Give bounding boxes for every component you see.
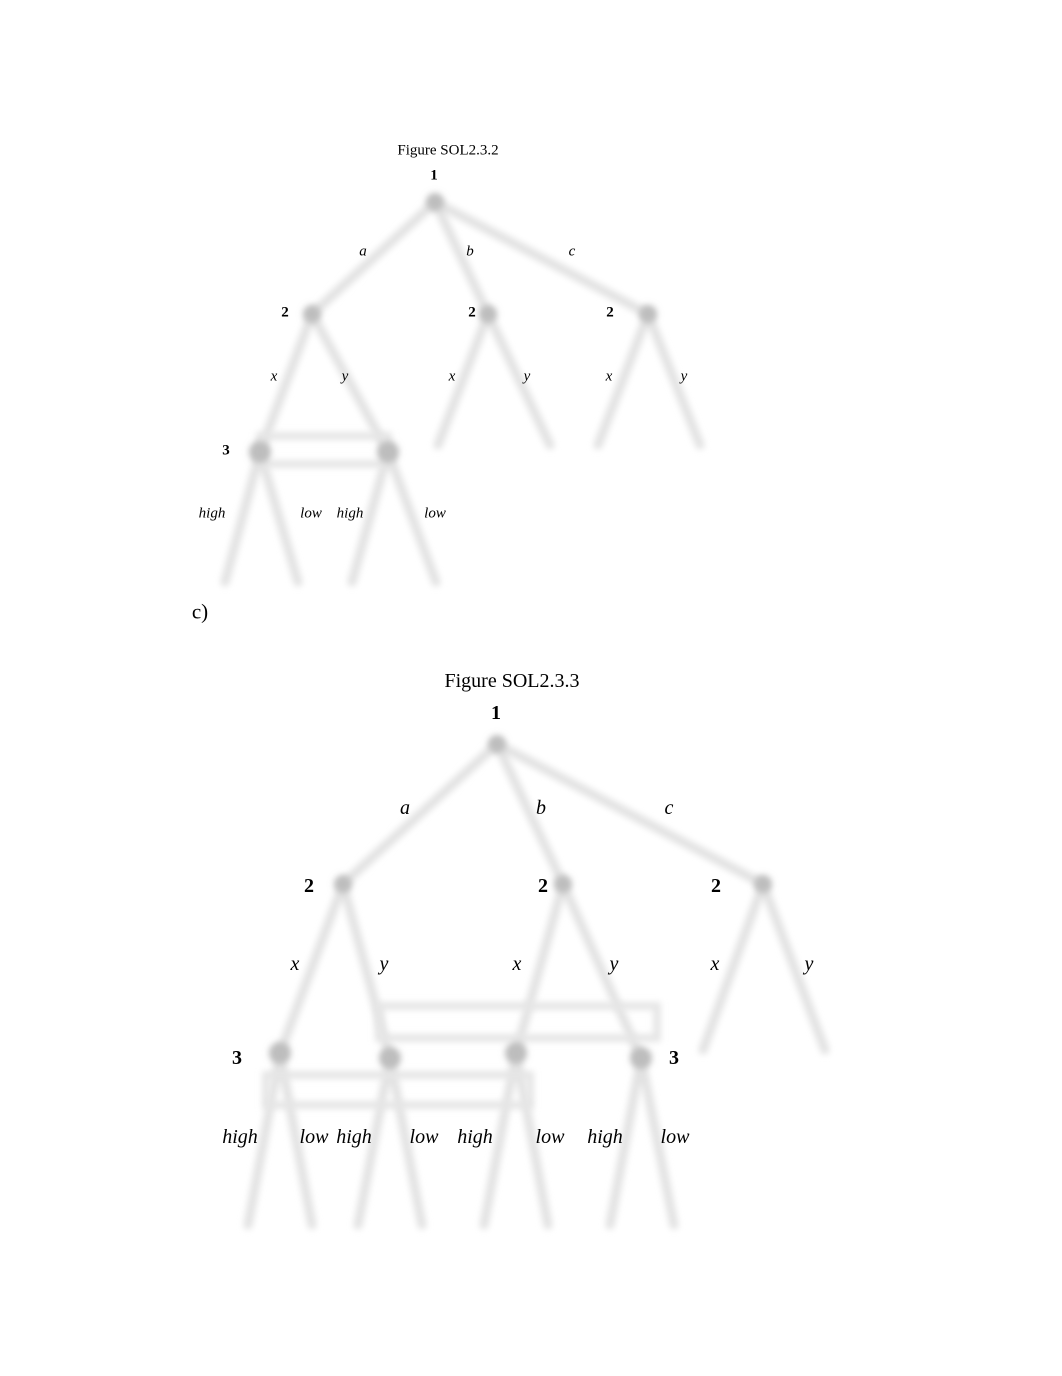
figure-2-action-low: low	[409, 1126, 439, 1148]
figure-1-action-x: x	[270, 368, 278, 385]
figure-2-action-high: high	[587, 1126, 623, 1148]
figure-1-player-3-node	[377, 441, 399, 463]
figure-1-information-set	[256, 432, 392, 468]
figure-2-action-y: y	[609, 953, 619, 975]
figure-1-player-2-label: 2	[606, 304, 614, 321]
figure-2-action-y: y	[804, 953, 814, 975]
figure-2-player-3-node	[379, 1047, 401, 1069]
figure-2-caption: Figure SOL2.3.3	[444, 670, 580, 692]
figure-1-player-2-node	[639, 305, 657, 323]
figure-2-action-x: x	[512, 953, 522, 975]
figure-1-player-2-label: 2	[468, 304, 476, 321]
section-label: c)	[191, 599, 209, 624]
figure-1-action-low: low	[300, 505, 322, 522]
figure-2-action-low: low	[299, 1126, 329, 1148]
figure-2-edge	[511, 879, 568, 1058]
figure-1-action-y: y	[523, 368, 531, 385]
figure-1-action-c: c	[568, 243, 576, 260]
figure-1-edge	[307, 197, 440, 319]
figure-1-edge	[255, 447, 303, 587]
figure-2-action-high: high	[457, 1126, 493, 1148]
figure-2-player-1-label: 1	[491, 702, 501, 724]
figure-1-player-2-node	[303, 305, 321, 323]
figure-2-action-x: x	[710, 953, 720, 975]
figure-1-action-b: b	[466, 243, 474, 260]
figure-2-action-low: low	[535, 1126, 565, 1148]
figure-1-edge	[255, 309, 317, 457]
figure-2-action-high: high	[222, 1126, 258, 1148]
figure-1-edge	[433, 309, 493, 450]
figure-2-action-x: x	[290, 953, 300, 975]
figure-2-player-2-node	[334, 875, 352, 893]
figure-2-action-high: high	[336, 1126, 372, 1148]
figure-1-player-3-node	[249, 441, 271, 463]
figure-1-action-y: y	[341, 368, 349, 385]
figure-1-edge	[307, 309, 393, 457]
figure-2-action-b: b	[536, 797, 546, 819]
figure-1-root-node	[426, 193, 444, 211]
figure-1-action-low: low	[424, 505, 446, 522]
figure-1-player-2-label: 2	[281, 304, 289, 321]
figure-1-action-high: high	[336, 505, 364, 522]
figure-2-player-3-node	[630, 1047, 652, 1069]
figure-2-root-node	[488, 735, 506, 753]
figure-1-player-3-label: 3	[222, 442, 230, 459]
figure-1-action-high: high	[198, 505, 226, 522]
figure-2-player-2-label: 2	[538, 875, 548, 897]
figure-1-caption: Figure SOL2.3.2	[397, 142, 499, 159]
figure-2-player-3-node	[269, 1042, 291, 1064]
figure-1-action-a: a	[359, 243, 367, 260]
figure-2-player-3-label: 3	[232, 1047, 242, 1069]
figure-2-action-y: y	[379, 953, 389, 975]
figure-2-player-2-node	[754, 875, 772, 893]
figure-2-action-c: c	[664, 797, 674, 819]
figure-1-edge	[483, 309, 555, 450]
figure-2-player-2-label: 2	[711, 875, 721, 897]
figure-1-edge	[643, 309, 705, 450]
figure-2-player-3-label: 3	[669, 1047, 679, 1069]
figure-2-action-low: low	[660, 1126, 690, 1148]
figure-1-player-1-label: 1	[430, 167, 438, 184]
figure-2-player-2-label: 2	[304, 875, 314, 897]
figure-1-action-x: x	[448, 368, 456, 385]
figure-2-edge	[558, 879, 646, 1063]
figure-1-action-x: x	[605, 368, 613, 385]
figure-1-action-y: y	[680, 368, 688, 385]
figure-1-edge	[220, 447, 265, 587]
figure-2-player-3-node	[505, 1042, 527, 1064]
figure-1-player-2-node	[479, 305, 497, 323]
figure-2-edge	[338, 739, 502, 889]
figure-2-edge	[275, 879, 348, 1058]
figure-2-player-2-node	[554, 875, 572, 893]
figure-2-edge	[758, 879, 830, 1055]
figure-2-action-a: a	[400, 797, 410, 819]
